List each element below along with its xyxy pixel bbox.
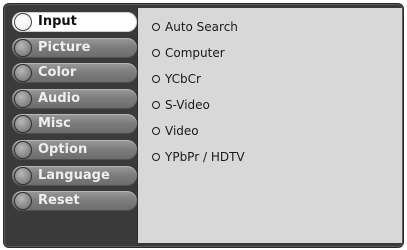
- menu-item-picture[interactable]: Picture: [12, 37, 137, 58]
- input-options-panel: Auto Search Computer YCbCr S-Video Video…: [137, 8, 402, 243]
- radio-icon: [14, 38, 32, 57]
- menu-item-label: Misc: [38, 116, 71, 132]
- option-label: YCbCr: [165, 72, 201, 86]
- menu-sidebar: Input Picture Color Audio Misc Option La…: [12, 12, 138, 244]
- menu-item-audio[interactable]: Audio: [12, 88, 137, 109]
- option-label: Computer: [165, 46, 225, 60]
- menu-item-language[interactable]: Language: [12, 165, 137, 186]
- radio-icon: [14, 192, 32, 211]
- radio-icon: [14, 64, 32, 83]
- menu-item-input[interactable]: Input: [12, 12, 137, 32]
- menu-item-label: Language: [38, 167, 110, 183]
- menu-item-color[interactable]: Color: [12, 63, 137, 84]
- menu-item-label: Picture: [38, 39, 91, 55]
- menu-item-label: Reset: [38, 193, 80, 209]
- radio-icon: [14, 166, 32, 185]
- radio-icon: [14, 89, 32, 108]
- option-label: Auto Search: [165, 20, 238, 34]
- menu-item-option[interactable]: Option: [12, 139, 137, 160]
- osd-menu-window: Input Picture Color Audio Misc Option La…: [3, 3, 404, 248]
- circle-bullet-icon: [152, 101, 160, 109]
- menu-item-label: Color: [38, 65, 77, 81]
- menu-item-label: Input: [38, 14, 77, 29]
- circle-bullet-icon: [152, 23, 160, 31]
- radio-icon: [14, 115, 32, 134]
- option-label: Video: [165, 124, 199, 138]
- circle-bullet-icon: [152, 49, 160, 57]
- menu-item-label: Option: [38, 141, 88, 157]
- menu-item-reset[interactable]: Reset: [12, 191, 137, 212]
- circle-bullet-icon: [152, 153, 160, 161]
- radio-icon: [14, 13, 32, 31]
- menu-item-label: Audio: [38, 90, 81, 106]
- option-label: S-Video: [165, 98, 210, 112]
- circle-bullet-icon: [152, 127, 160, 135]
- option-label: YPbPr / HDTV: [165, 150, 245, 164]
- circle-bullet-icon: [152, 75, 160, 83]
- radio-icon: [14, 140, 32, 159]
- menu-item-misc[interactable]: Misc: [12, 114, 137, 135]
